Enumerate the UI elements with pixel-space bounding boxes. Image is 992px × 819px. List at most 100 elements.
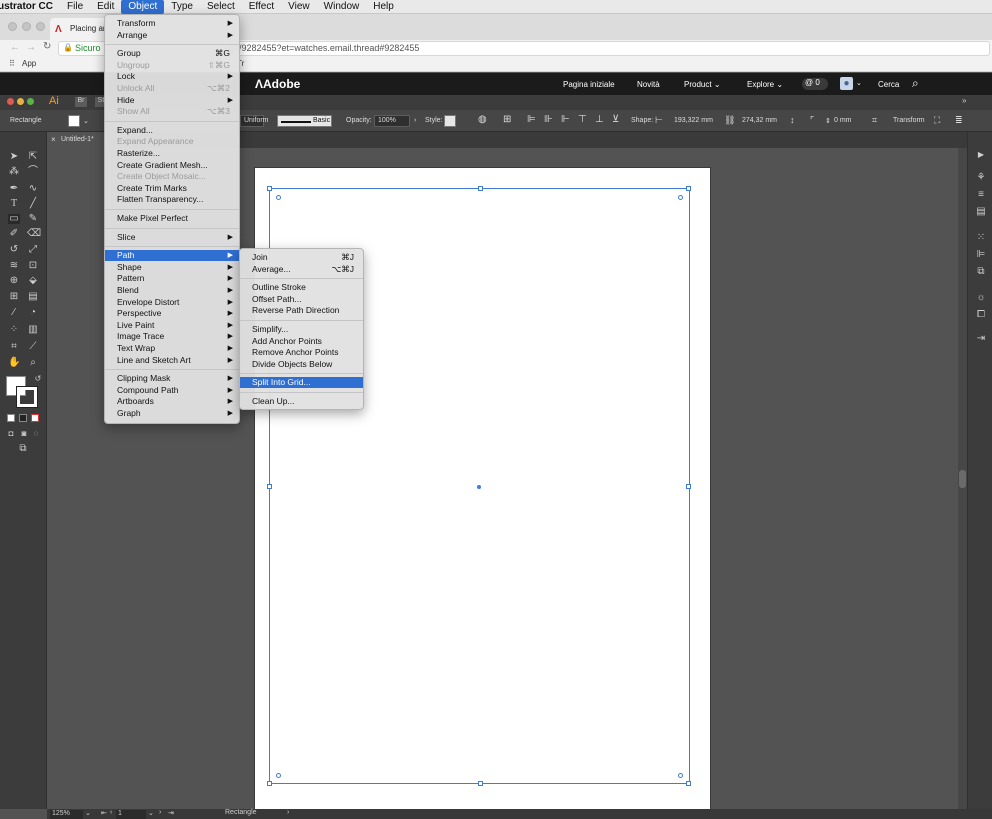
menu-item-create-trim-marks[interactable]: Create Trim Marks (105, 183, 239, 194)
menu-item-image-trace[interactable]: Image Trace ▶ (105, 331, 239, 342)
graphic-styles-icon[interactable]: ⧠ (975, 310, 987, 320)
corner-radius-value[interactable]: 0 mm (834, 117, 852, 124)
menu-item-text-wrap[interactable]: Text Wrap ▶ (105, 343, 239, 354)
menu-item-line-and-sketch-art[interactable]: Line and Sketch Art ▶ (105, 355, 239, 366)
none-mode-icon[interactable] (31, 414, 39, 422)
corner-type-icon[interactable]: ⌜ (810, 115, 814, 126)
brush-select[interactable]: Basic (277, 115, 332, 127)
shape-builder-icon[interactable]: ⊕ (8, 276, 20, 286)
close-icon[interactable]: × (51, 135, 56, 144)
stroke-color-swatch[interactable] (16, 386, 38, 408)
forward-arrow-icon[interactable]: → (26, 42, 36, 53)
menu-item-perspective[interactable]: Perspective ▶ (105, 308, 239, 319)
export-icon[interactable]: ⇥ (975, 334, 987, 344)
menu-file[interactable]: File (60, 0, 90, 14)
app-name[interactable]: ustrator CC (0, 0, 60, 14)
type-tool-icon[interactable]: T (8, 199, 20, 209)
menu-item-blend[interactable]: Blend ▶ (105, 285, 239, 296)
height-value[interactable]: 274,32 mm (742, 117, 777, 124)
menu-item-path[interactable]: Path ▶ (105, 250, 239, 262)
nav-home[interactable]: Pagina iniziale (563, 80, 615, 89)
vertical-scrollbar[interactable] (958, 148, 967, 809)
chevron-down-icon[interactable]: ⌄ (85, 809, 91, 817)
menu-window[interactable]: Window (317, 0, 367, 14)
nav-news[interactable]: Novità (637, 80, 660, 89)
menu-item-live-paint[interactable]: Live Paint ▶ (105, 320, 239, 331)
stroke-profile-select[interactable]: Uniform (240, 115, 269, 127)
menu-effect[interactable]: Effect (242, 0, 281, 14)
curvature-tool-icon[interactable]: ∿ (27, 184, 39, 194)
style-swatch[interactable] (444, 115, 456, 127)
ai-minimize-button[interactable] (17, 98, 24, 105)
lasso-icon[interactable]: ⌒ (27, 167, 39, 177)
window-zoom-button[interactable] (36, 22, 45, 31)
warp-tool-icon[interactable]: ≋ (8, 261, 20, 271)
align-panel-icon[interactable]: ⊫ (975, 250, 987, 260)
scale-tool-icon[interactable]: ⤢ (27, 245, 39, 255)
zoom-level[interactable]: 125% (50, 810, 83, 819)
chevron-right-icon[interactable]: › (287, 809, 289, 816)
bounding-handle[interactable] (686, 484, 691, 489)
ai-zoom-button[interactable] (27, 98, 34, 105)
menu-item-arrange[interactable]: Arrange ▶ (105, 30, 239, 41)
menu-item-compound-path[interactable]: Compound Path ▶ (105, 385, 239, 396)
scrollbar-thumb[interactable] (959, 470, 966, 488)
reference-point-icon[interactable]: ⌗ (872, 115, 877, 126)
path-menu-item-average[interactable]: Average... ⌥⌘J (240, 264, 363, 275)
corner-stepper-icon[interactable]: ⇕ (825, 117, 831, 125)
menu-item-hide[interactable]: Hide ▶ (105, 95, 239, 106)
direct-selection-tool-icon[interactable]: ⇱ (27, 152, 39, 162)
artboards-panel-icon[interactable]: ⁙ (975, 233, 987, 243)
opacity-input[interactable]: 100% (374, 115, 410, 127)
bounding-handle[interactable] (686, 781, 691, 786)
color-mode-icon[interactable] (7, 414, 15, 422)
pathfinder-icon[interactable]: ⧉ (975, 267, 987, 277)
corner-widget[interactable] (276, 773, 281, 778)
pen-tool-icon[interactable]: ✒ (8, 184, 20, 194)
swap-colors-icon[interactable]: ↺ (32, 374, 44, 384)
path-menu-item-add-anchor-points[interactable]: Add Anchor Points (240, 336, 363, 347)
line-tool-icon[interactable]: ╱ (27, 199, 39, 209)
bookmark-apps[interactable]: App (22, 59, 36, 68)
menu-item-make-pixel-perfect[interactable]: Make Pixel Perfect (105, 213, 239, 224)
paintbrush-icon[interactable]: ✎ (27, 214, 39, 224)
align-to-icon[interactable]: ⊞ (503, 114, 511, 125)
shaper-tool-icon[interactable]: ✐ (8, 229, 20, 239)
menu-item-lock[interactable]: Lock ▶ (105, 71, 239, 82)
menu-object[interactable]: Object (121, 0, 165, 14)
menu-item-create-gradient-mesh[interactable]: Create Gradient Mesh... (105, 160, 239, 171)
user-avatar-icon[interactable]: ● (840, 77, 853, 90)
properties-icon[interactable]: ⚘ (975, 173, 987, 183)
eyedropper-icon[interactable]: ⁄ (8, 308, 20, 318)
mentions-badge[interactable]: @ 0 (802, 78, 828, 90)
path-menu-item-clean-up[interactable]: Clean Up... (240, 396, 363, 407)
artboard-tool-icon[interactable]: ⌗ (8, 342, 20, 352)
menu-item-artboards[interactable]: Artboards ▶ (105, 396, 239, 407)
appearance-icon[interactable]: ☼ (975, 293, 987, 303)
search-label[interactable]: Cerca (878, 80, 899, 89)
recolor-icon[interactable]: ◍ (478, 114, 487, 125)
align-middle-icon[interactable]: ⊥ (595, 114, 604, 125)
draw-inside-icon[interactable]: ◌ (30, 429, 42, 439)
menu-view[interactable]: View (281, 0, 317, 14)
panel-options-icon[interactable]: ≣ (955, 115, 963, 126)
nav-product[interactable]: Product ⌄ (684, 80, 721, 89)
rotate-tool-icon[interactable]: ↺ (8, 245, 20, 255)
last-artboard-icon[interactable]: ⇥ (168, 809, 174, 817)
corner-widget[interactable] (276, 195, 281, 200)
gradient-mode-icon[interactable] (19, 414, 27, 422)
align-left-icon[interactable]: ⊫ (527, 114, 536, 125)
prev-artboard-icon[interactable]: ‹ (110, 809, 112, 816)
zoom-tool-icon[interactable]: ⌕ (27, 358, 39, 368)
corner-widget[interactable] (678, 773, 683, 778)
reload-icon[interactable]: ↻ (43, 41, 51, 52)
menu-item-slice[interactable]: Slice ▶ (105, 232, 239, 243)
menu-item-rasterize[interactable]: Rasterize... (105, 148, 239, 159)
nav-explore[interactable]: Explore ⌄ (747, 80, 783, 89)
corner-widget[interactable] (678, 195, 683, 200)
live-paint-icon[interactable]: ⬙ (27, 276, 39, 286)
next-artboard-icon[interactable]: › (159, 809, 161, 816)
play-icon[interactable]: ▶ (975, 150, 987, 160)
hand-tool-icon[interactable]: ✋ (8, 358, 20, 368)
apps-grid-icon[interactable]: ⠿ (9, 59, 15, 68)
